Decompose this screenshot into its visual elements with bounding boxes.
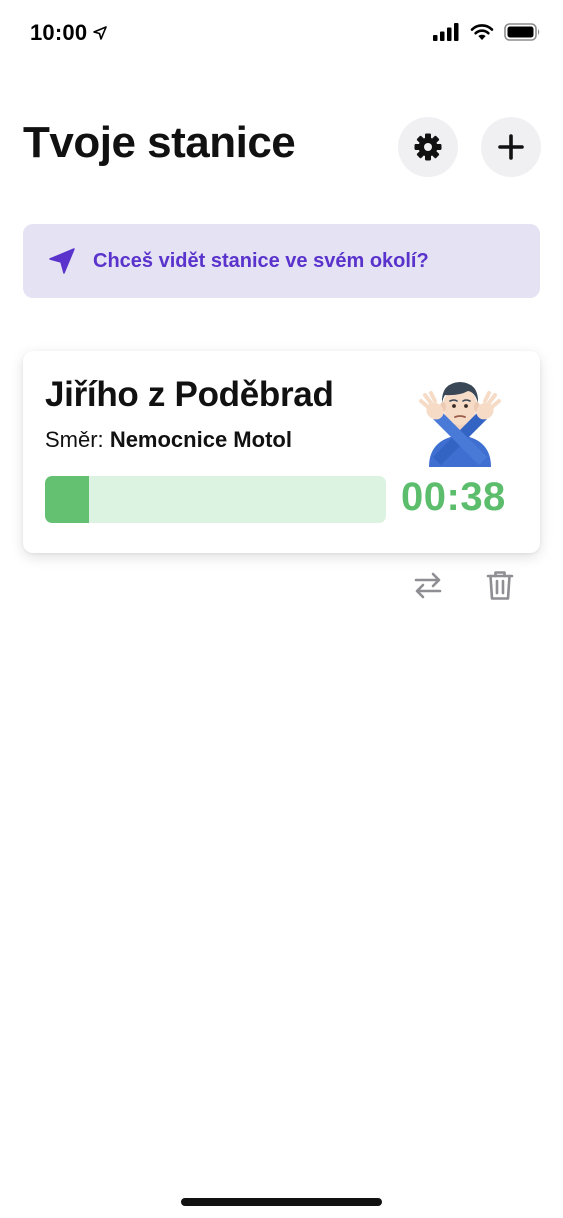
person-gesturing-no-emoji [419,382,501,467]
station-card[interactable]: Jiřího z Poděbrad Směr: Nemocnice Motol [23,351,540,553]
settings-button[interactable] [398,117,458,177]
add-station-button[interactable] [481,117,541,177]
status-time-text: 10:00 [30,20,88,45]
delete-station-button[interactable] [482,567,518,603]
wifi-icon [470,24,494,40]
direction-value: Nemocnice Motol [109,427,292,452]
status-icons [433,23,541,41]
plus-icon [498,134,524,160]
arrival-progress-bar [45,476,386,523]
trash-icon [486,571,514,600]
swap-direction-button[interactable] [410,567,446,603]
station-direction: Směr: Nemocnice Motol [45,427,292,453]
status-bar: 10:00 [0,0,563,70]
location-arrow-icon [93,26,108,40]
page-title: Tvoje stanice [23,118,296,167]
arrival-countdown: 00:38 [401,475,506,519]
gear-icon [414,133,442,161]
swap-arrows-icon [414,572,442,599]
nearby-stations-text: Chceš vidět stanice ve svém okolí? [93,249,429,272]
status-time: 10:00 [30,20,108,46]
arrival-progress-fill [45,476,90,523]
station-name: Jiřího z Poděbrad [45,375,334,414]
location-arrow-icon [48,247,76,275]
home-indicator[interactable] [181,1198,382,1206]
battery-icon [504,23,540,41]
direction-label: Směr: [45,427,104,452]
nearby-stations-banner[interactable]: Chceš vidět stanice ve svém okolí? [23,224,540,298]
signal-icon [433,23,459,41]
